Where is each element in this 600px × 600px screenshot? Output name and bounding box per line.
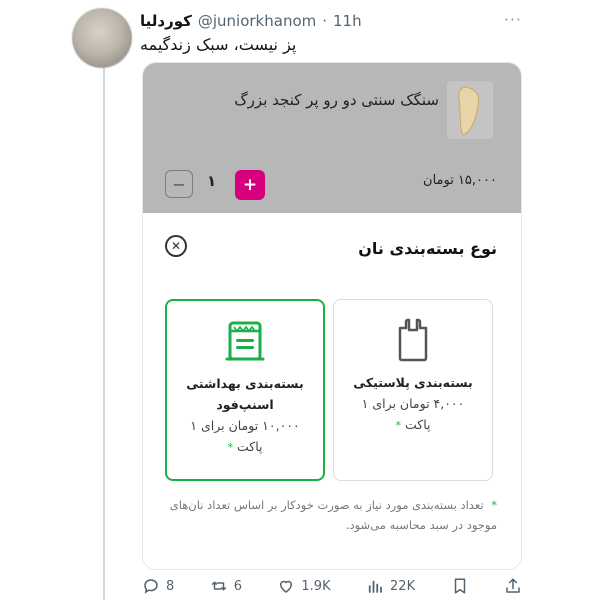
separator-dot: · bbox=[322, 12, 328, 30]
share-button[interactable] bbox=[504, 577, 522, 595]
like-button[interactable]: 1.9K bbox=[277, 577, 331, 595]
bookmark-icon bbox=[454, 578, 465, 594]
paper-bag-icon bbox=[225, 321, 265, 361]
timestamp[interactable]: 11h bbox=[333, 12, 362, 30]
handle[interactable]: @juniorkhanom bbox=[198, 12, 316, 30]
bread-image bbox=[447, 81, 493, 139]
sheet-title: نوع بسته‌بندی نان bbox=[358, 239, 497, 258]
reply-button[interactable]: 8 bbox=[142, 577, 174, 595]
reply-count: 8 bbox=[166, 578, 175, 594]
increase-quantity-button[interactable]: + bbox=[235, 170, 265, 200]
option-unit: پاکت bbox=[236, 439, 263, 454]
product-area: سنگک سنتی دو رو پر کنجد بزرگ ۱۵,۰۰۰ توما… bbox=[143, 63, 521, 213]
like-count: 1.9K bbox=[301, 578, 331, 594]
plastic-bag-icon bbox=[398, 318, 428, 362]
display-name[interactable]: کوردلیا bbox=[140, 12, 192, 30]
tweet-media[interactable]: سنگک سنتی دو رو پر کنجد بزرگ ۱۵,۰۰۰ توما… bbox=[142, 62, 522, 570]
retweet-icon bbox=[211, 581, 226, 591]
packaging-sheet: نوع بسته‌بندی نان ✕ بسته‌بندی بهداشتی اس… bbox=[143, 213, 521, 569]
option-price: ۴,۰۰۰ تومان برای ۱ bbox=[361, 396, 465, 411]
thread-line bbox=[103, 60, 105, 600]
option-card-snappfood[interactable]: بسته‌بندی بهداشتی اسنپ‌فود ۱۰,۰۰۰ تومان … bbox=[165, 299, 325, 481]
views-count: 22K bbox=[390, 578, 416, 594]
asterisk: * bbox=[227, 441, 234, 454]
reply-icon bbox=[144, 579, 158, 594]
asterisk: * bbox=[395, 419, 402, 432]
close-icon[interactable]: ✕ bbox=[165, 235, 187, 257]
share-icon bbox=[506, 578, 520, 593]
tweet-header: کوردلیا @juniorkhanom · 11h bbox=[140, 10, 530, 32]
tweet-screenshot: کوردلیا @juniorkhanom · 11h ··· پز نیست،… bbox=[0, 0, 600, 600]
option-text: بسته‌بندی پلاستیکی ۴,۰۰۰ تومان برای ۱ پا… bbox=[344, 372, 482, 436]
tweet-actions: 8 6 1.9K 22K bbox=[142, 574, 522, 598]
option-price: ۱۰,۰۰۰ تومان برای ۱ bbox=[190, 418, 300, 433]
avatar[interactable] bbox=[72, 8, 132, 68]
product-title: سنگک سنتی دو رو پر کنجد بزرگ bbox=[234, 91, 439, 109]
views-button[interactable]: 22K bbox=[366, 577, 415, 595]
retweet-count: 6 bbox=[233, 578, 242, 594]
note-text: تعداد بسته‌بندی مورد نیاز به صورت خودکار… bbox=[169, 498, 497, 532]
note-bullet: * bbox=[491, 498, 497, 512]
option-card-plastic[interactable]: بسته‌بندی پلاستیکی ۴,۰۰۰ تومان برای ۱ پا… bbox=[333, 299, 493, 481]
tweet-text: پز نیست، سبک زندگیمه bbox=[140, 35, 297, 54]
quantity-value: ۱ bbox=[207, 172, 217, 190]
option-title: بسته‌بندی بهداشتی اسنپ‌فود bbox=[186, 376, 304, 412]
views-icon bbox=[368, 580, 382, 593]
option-unit: پاکت bbox=[404, 417, 431, 432]
heart-icon bbox=[280, 580, 293, 593]
bookmark-button[interactable] bbox=[451, 577, 469, 595]
packaging-note: * تعداد بسته‌بندی مورد نیاز به صورت خودک… bbox=[167, 495, 497, 535]
retweet-button[interactable]: 6 bbox=[210, 577, 242, 595]
product-price: ۱۵,۰۰۰ تومان bbox=[423, 173, 497, 188]
option-text: بسته‌بندی بهداشتی اسنپ‌فود ۱۰,۰۰۰ تومان … bbox=[177, 373, 313, 458]
decrease-quantity-button[interactable]: − bbox=[165, 170, 193, 198]
more-icon[interactable]: ··· bbox=[504, 10, 522, 29]
option-title: بسته‌بندی پلاستیکی bbox=[353, 375, 473, 390]
